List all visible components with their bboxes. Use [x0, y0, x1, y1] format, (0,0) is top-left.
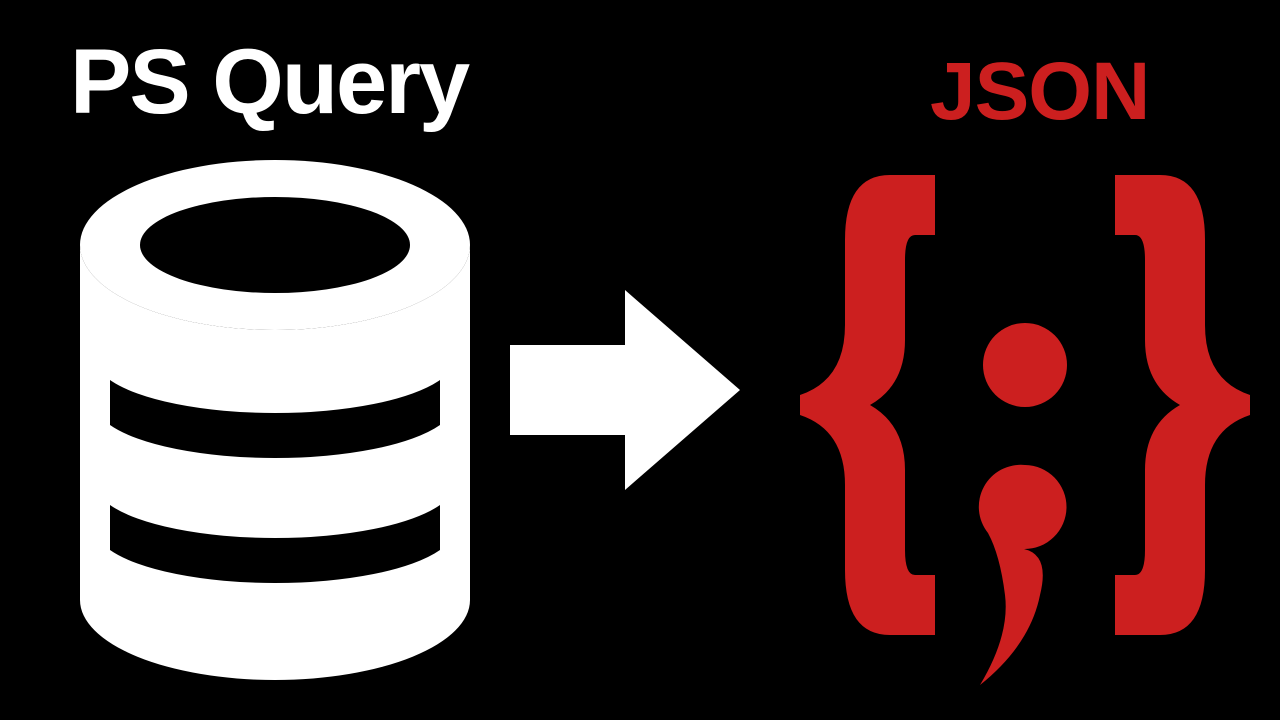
database-icon: [75, 160, 475, 680]
json-braces-icon: [790, 155, 1260, 695]
json-label: JSON: [930, 45, 1149, 139]
arrow-right-icon: [510, 290, 740, 490]
ps-query-label: PS Query: [70, 30, 468, 135]
